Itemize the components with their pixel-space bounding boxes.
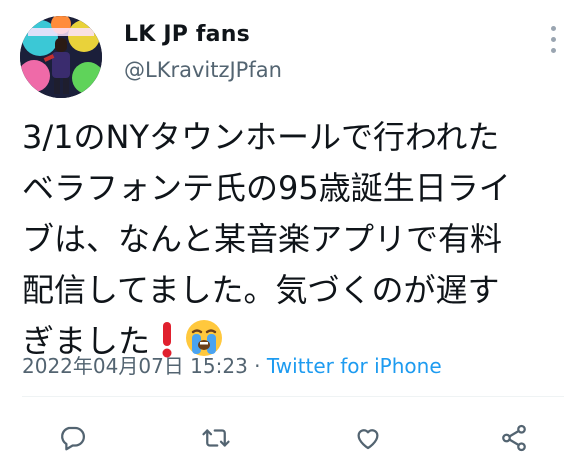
divider [22,396,564,397]
reply-button[interactable] [54,420,90,456]
share-icon [502,424,526,452]
user-handle[interactable]: @LKravitzJPfan [124,58,282,82]
tweet-text: 3/1のNYタウンホールで行われた ベラフォンテ氏の95歳誕生日ライ ブは、なん… [22,112,574,373]
share-button[interactable] [496,420,532,456]
reply-icon [61,426,85,451]
meta-separator: · [247,354,267,378]
display-name[interactable]: LK JP fans [124,22,250,47]
like-icon [357,429,379,450]
tweet-line: ベラフォンテ氏の95歳誕生日ライ [22,169,511,207]
tweet-line: 配信してました。気づくのが遅す [22,271,500,309]
source-link[interactable]: Twitter for iPhone [267,354,442,378]
more-options-icon[interactable] [543,26,563,62]
action-bar [0,420,586,460]
avatar[interactable] [20,16,102,98]
tweet-line: ブは、なんと某音楽アプリで有料 [22,220,503,258]
like-button[interactable] [350,420,386,456]
avatar-image [20,16,102,98]
tweet-line: 3/1のNYタウンホールで行われた [22,118,500,156]
retweet-button[interactable] [198,420,234,456]
timestamp[interactable]: 2022年04月07日 15:23 [22,354,248,378]
retweet-icon [202,429,230,447]
tweet-meta: 2022年04月07日 15:23 · Twitter for iPhone [22,350,442,379]
